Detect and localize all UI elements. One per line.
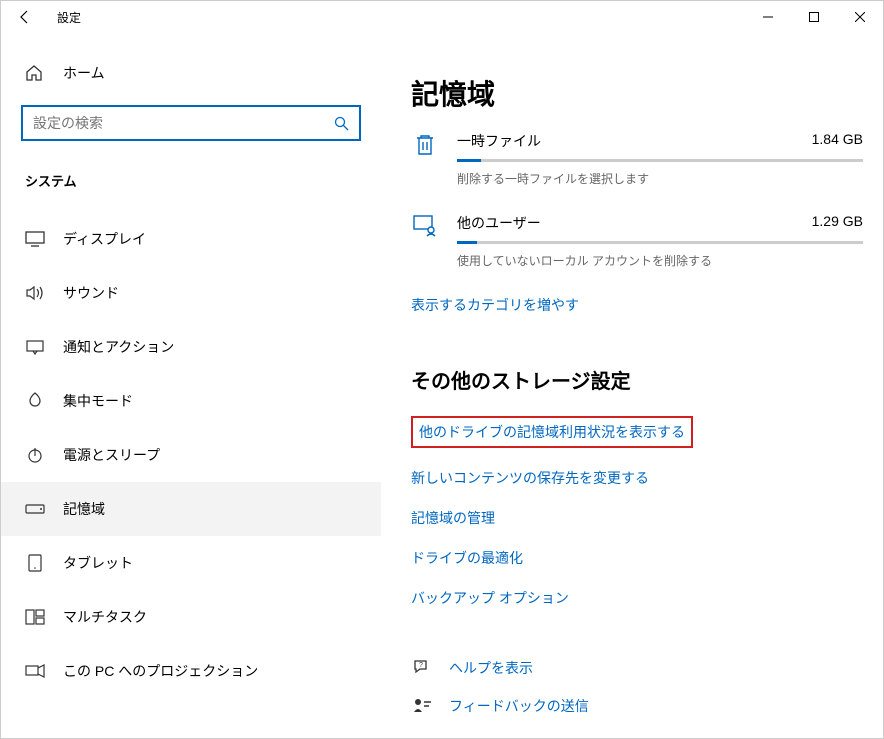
category-label: システム bbox=[21, 171, 361, 190]
backup-options-link[interactable]: バックアップ オプション bbox=[411, 588, 569, 608]
other-drives-link[interactable]: 他のドライブの記憶域利用状況を表示する bbox=[411, 416, 693, 448]
projection-icon bbox=[25, 663, 45, 679]
nav-projection[interactable]: この PC へのプロジェクション bbox=[21, 644, 361, 698]
search-input[interactable] bbox=[33, 115, 334, 131]
nav-label: ディスプレイ bbox=[63, 229, 146, 249]
new-content-link[interactable]: 新しいコンテンツの保存先を変更する bbox=[411, 468, 649, 488]
storage-desc: 削除する一時ファイルを選択します bbox=[457, 170, 863, 187]
nav-label: この PC へのプロジェクション bbox=[63, 661, 258, 681]
manage-storage-link[interactable]: 記憶域の管理 bbox=[411, 508, 495, 528]
storage-item-users[interactable]: 他のユーザー 1.29 GB 使用していないローカル アカウントを削除する bbox=[411, 213, 863, 269]
home-button[interactable]: ホーム bbox=[21, 63, 361, 83]
titlebar: 設定 bbox=[1, 1, 883, 33]
storage-size: 1.29 GB bbox=[812, 213, 863, 233]
storage-size: 1.84 GB bbox=[812, 131, 863, 151]
close-button[interactable] bbox=[837, 1, 883, 33]
nav-focus[interactable]: 集中モード bbox=[21, 374, 361, 428]
focus-icon bbox=[25, 392, 45, 410]
power-icon bbox=[25, 446, 45, 464]
minimize-icon bbox=[763, 12, 773, 22]
nav-notifications[interactable]: 通知とアクション bbox=[21, 320, 361, 374]
window-title: 設定 bbox=[57, 9, 81, 26]
nav-label: 通知とアクション bbox=[63, 337, 174, 357]
nav-display[interactable]: ディスプレイ bbox=[21, 212, 361, 266]
page-heading: 記憶域 bbox=[411, 73, 863, 113]
help-row[interactable]: ? ヘルプを表示 bbox=[411, 658, 863, 678]
maximize-icon bbox=[809, 12, 819, 22]
nav-label: 記憶域 bbox=[63, 499, 105, 519]
search-icon bbox=[334, 116, 349, 131]
nav-storage[interactable]: 記憶域 bbox=[1, 482, 381, 536]
trash-icon bbox=[411, 131, 439, 187]
display-icon bbox=[25, 231, 45, 247]
tablet-icon bbox=[25, 554, 45, 572]
minimize-button[interactable] bbox=[745, 1, 791, 33]
sidebar: ホーム システム ディスプレイ サウンド 通知とアクション 集中モード 電源とス… bbox=[1, 33, 381, 738]
nav-sound[interactable]: サウンド bbox=[21, 266, 361, 320]
help-link[interactable]: ヘルプを表示 bbox=[449, 658, 533, 678]
nav-label: 集中モード bbox=[63, 391, 133, 411]
storage-title: 一時ファイル bbox=[457, 131, 541, 151]
nav-label: マルチタスク bbox=[63, 607, 147, 627]
search-box[interactable] bbox=[21, 105, 361, 141]
more-categories-link[interactable]: 表示するカテゴリを増やす bbox=[411, 295, 579, 315]
nav-power[interactable]: 電源とスリープ bbox=[21, 428, 361, 482]
nav-label: サウンド bbox=[63, 283, 119, 303]
back-button[interactable] bbox=[9, 1, 41, 33]
help-icon: ? bbox=[411, 658, 433, 678]
users-icon bbox=[411, 213, 439, 269]
home-icon bbox=[25, 64, 45, 82]
storage-bar bbox=[457, 159, 863, 162]
multitask-icon bbox=[25, 609, 45, 625]
optimize-drives-link[interactable]: ドライブの最適化 bbox=[411, 548, 523, 568]
sound-icon bbox=[25, 285, 45, 301]
close-icon bbox=[855, 12, 865, 22]
maximize-button[interactable] bbox=[791, 1, 837, 33]
storage-desc: 使用していないローカル アカウントを削除する bbox=[457, 252, 863, 269]
storage-bar bbox=[457, 241, 863, 244]
nav-label: タブレット bbox=[63, 553, 133, 573]
storage-title: 他のユーザー bbox=[457, 213, 541, 233]
feedback-icon bbox=[411, 696, 433, 716]
nav-tablet[interactable]: タブレット bbox=[21, 536, 361, 590]
feedback-link[interactable]: フィードバックの送信 bbox=[449, 696, 589, 716]
storage-icon bbox=[25, 503, 45, 515]
notification-icon bbox=[25, 339, 45, 355]
other-storage-heading: その他のストレージ設定 bbox=[411, 365, 863, 394]
svg-text:?: ? bbox=[419, 662, 423, 669]
main-panel: 記憶域 一時ファイル 1.84 GB 削除する一時ファイルを選択します 他のユーザ… bbox=[381, 33, 883, 738]
arrow-left-icon bbox=[17, 9, 33, 25]
nav-label: 電源とスリープ bbox=[63, 445, 160, 465]
nav-multitask[interactable]: マルチタスク bbox=[21, 590, 361, 644]
storage-item-temp[interactable]: 一時ファイル 1.84 GB 削除する一時ファイルを選択します bbox=[411, 131, 863, 187]
home-label: ホーム bbox=[63, 63, 105, 83]
feedback-row[interactable]: フィードバックの送信 bbox=[411, 696, 863, 716]
